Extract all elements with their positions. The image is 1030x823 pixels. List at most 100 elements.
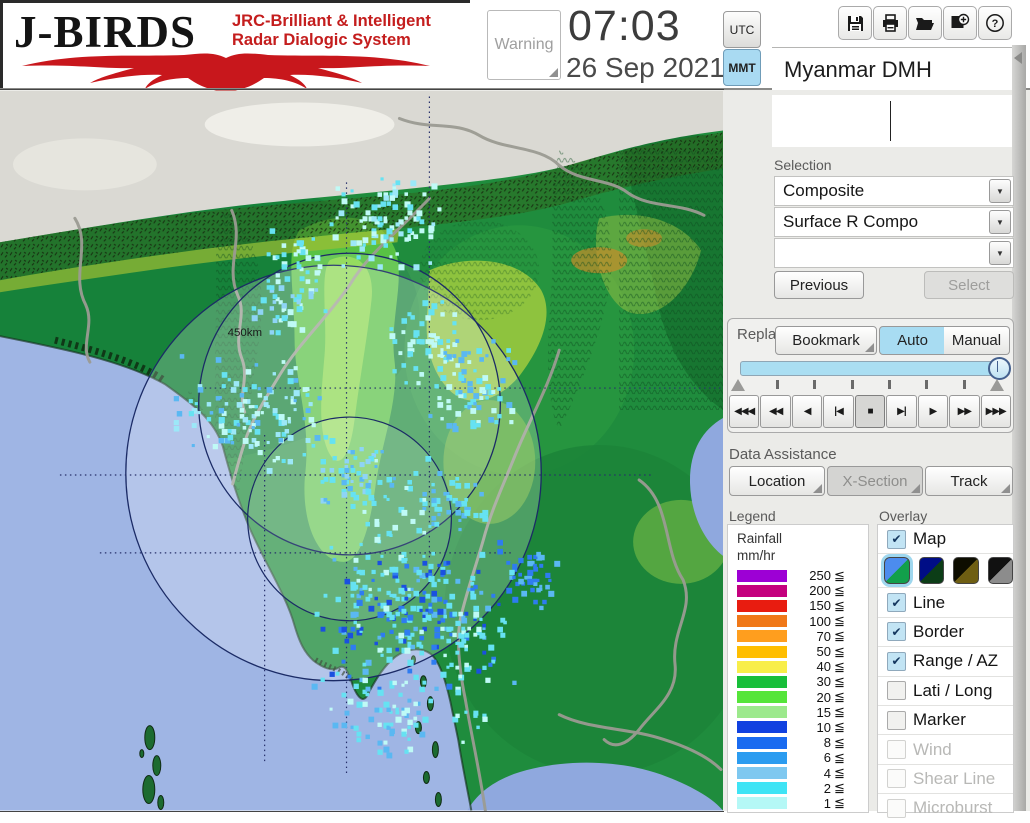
legend-value: 40 <box>816 659 831 675</box>
map-style-swatch-1[interactable] <box>884 557 910 585</box>
legend-row: 50 ≦ <box>728 644 868 659</box>
skip-last-button[interactable]: ▶▶▶ <box>980 395 1011 428</box>
save-button[interactable] <box>838 6 872 40</box>
chevron-down-icon[interactable]: ▼ <box>989 210 1011 234</box>
timezone-utc-button[interactable]: UTC <box>723 11 761 48</box>
select-button[interactable]: Select <box>924 271 1014 299</box>
stop-button[interactable]: ■ <box>854 395 886 428</box>
legend-row: 30 ≦ <box>728 674 868 689</box>
legend-rows: 250 ≦ 200 ≦ 150 ≦ 100 ≦ 70 ≦ 50 ≦ 40 ≦ 30 ≦ 20 ≦ 15 ≦ 10 ≦ 8 ≦ 6… <box>728 568 868 811</box>
warning-button[interactable]: Warning <box>487 10 561 80</box>
data-assistance-label: Data Assistance <box>729 446 837 463</box>
range-az-checkbox[interactable]: ✔ <box>887 651 906 671</box>
step-back-button[interactable]: |◀ <box>823 395 854 428</box>
legend-color-swatch <box>737 615 787 628</box>
timeline-start-marker <box>731 379 745 391</box>
snapshot-add-button[interactable] <box>943 6 977 40</box>
legend-suffix: ≦ <box>834 643 845 659</box>
legend-color-swatch <box>737 736 787 749</box>
legend-suffix: ≦ <box>834 597 845 613</box>
timeline-tick <box>962 380 966 389</box>
eagle-logo-icon <box>22 53 430 92</box>
overlay-item-label: Wind <box>913 739 952 759</box>
product-category-dropdown[interactable]: Composite ▼ <box>774 176 1014 206</box>
overlay-row-border: ✔ Border <box>878 616 1013 646</box>
data-assistance-x-section-button[interactable]: X-Section <box>827 466 923 496</box>
print-icon <box>882 13 898 32</box>
step-forward-button[interactable]: ▶| <box>886 395 917 428</box>
lati-long-checkbox[interactable] <box>887 681 906 701</box>
play-button[interactable]: ▶ <box>917 395 949 428</box>
print-button[interactable] <box>873 6 907 40</box>
panel-collapse-rail[interactable] <box>1012 45 1026 811</box>
border-checkbox[interactable]: ✔ <box>887 622 906 642</box>
auto-mode-button[interactable]: Auto <box>879 326 946 355</box>
legend-value: 20 <box>816 689 831 705</box>
data-assistance-location-button[interactable]: Location <box>729 466 825 496</box>
overlay-item-label: Map <box>913 529 947 549</box>
range-ring-label: 450km <box>228 327 262 339</box>
chevron-down-icon[interactable]: ▼ <box>989 179 1011 203</box>
help-button[interactable]: ? <box>978 6 1012 40</box>
map-style-swatch-3[interactable] <box>953 557 979 585</box>
legend-value: 30 <box>816 674 831 690</box>
line-checkbox[interactable]: ✔ <box>887 593 906 613</box>
legend-row: 4 ≦ <box>728 765 868 781</box>
timeline-tick <box>776 380 779 389</box>
overlay-item-label: Shear Line <box>913 768 996 788</box>
data-assistance-track-button[interactable]: Track <box>925 466 1013 496</box>
warning-button-label: Warning <box>494 36 554 53</box>
replay-timeline-slider[interactable] <box>740 361 1010 376</box>
panel-collapse-arrow-icon[interactable] <box>1014 52 1022 64</box>
map-checkbox[interactable]: ✔ <box>887 529 906 549</box>
legend-suffix: ≦ <box>834 795 845 811</box>
auto-button-label: Auto <box>897 332 928 349</box>
product-type-value: Surface R Compo <box>783 212 919 231</box>
open-folder-button[interactable] <box>908 6 942 40</box>
radar-map[interactable]: 450km <box>0 90 754 812</box>
legend-suffix: ≦ <box>834 749 845 765</box>
overlay-item-label: Range / AZ <box>913 651 999 671</box>
map-style-swatch-2[interactable] <box>918 557 944 585</box>
fast-rewind-button[interactable]: ◀◀ <box>760 395 791 428</box>
product-category-value: Composite <box>783 181 865 200</box>
overlay-row-lati-long: Lati / Long <box>878 675 1013 705</box>
marker-checkbox[interactable] <box>887 710 906 730</box>
skip-first-button[interactable]: ◀◀◀ <box>729 395 760 428</box>
chevron-down-icon[interactable]: ▼ <box>989 241 1011 265</box>
legend-suffix: ≦ <box>834 704 845 720</box>
legend-suffix: ≦ <box>834 613 845 629</box>
legend-row: 1 ≦ <box>728 795 868 811</box>
timezone-mmt-button[interactable]: MMT <box>723 49 761 86</box>
clock-time: 07:03 <box>568 2 681 50</box>
app-logo: J-BIRDS JRC-Brilliant & Intelligent Rada… <box>10 4 450 92</box>
legend-value: 6 <box>823 750 831 766</box>
replay-timeline-handle[interactable] <box>988 357 1011 380</box>
previous-button[interactable]: Previous <box>774 271 864 299</box>
open-folder-icon <box>916 17 934 30</box>
legend-color-swatch <box>737 767 787 780</box>
legend-value: 4 <box>823 765 831 781</box>
fast-forward-button[interactable]: ▶▶ <box>949 395 980 428</box>
button-label: X-Section <box>842 472 908 490</box>
legend-row: 150 ≦ <box>728 598 868 613</box>
utc-label: UTC <box>729 22 755 37</box>
product-option-dropdown[interactable]: ▼ <box>774 238 1014 268</box>
legend-value: 1 <box>823 795 831 811</box>
help-icon: ? <box>986 14 1004 32</box>
radar-map-view[interactable]: 450km <box>0 89 754 812</box>
map-style-swatch-4[interactable] <box>987 557 1013 585</box>
manual-mode-button[interactable]: Manual <box>944 326 1010 355</box>
legend-color-swatch <box>737 569 787 582</box>
product-type-dropdown[interactable]: Surface R Compo ▼ <box>774 207 1014 237</box>
radar-name: Myanmar DMH <box>784 57 932 82</box>
legend-title-line1: Rainfall <box>737 531 783 546</box>
status-box <box>772 95 1012 147</box>
play-reverse-button[interactable]: ◀ <box>791 395 823 428</box>
timeline-tick <box>813 380 817 389</box>
bookmark-button[interactable]: Bookmark <box>775 326 877 355</box>
overlay-row-line: ✔ Line <box>878 587 1013 616</box>
legend-label: Legend <box>729 508 776 524</box>
button-label: Track <box>950 472 988 490</box>
legend-row: 10 ≦ <box>728 719 868 735</box>
